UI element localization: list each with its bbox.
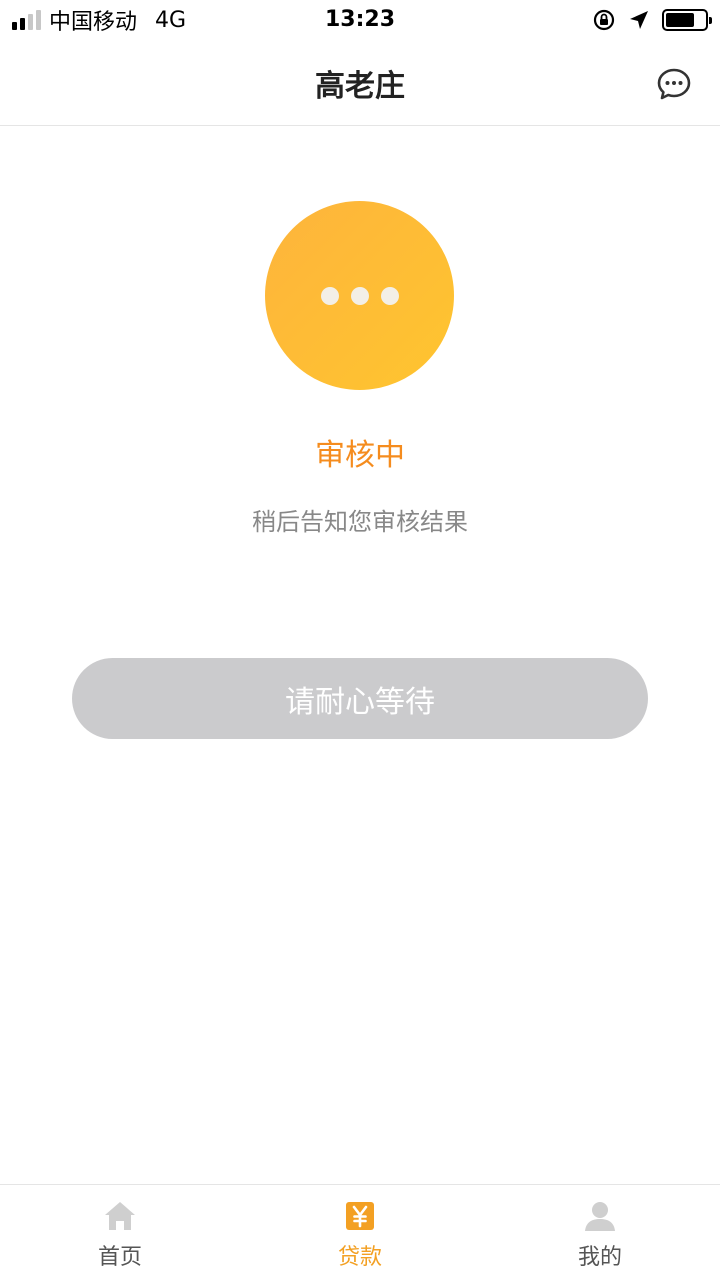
- user-icon: [585, 1202, 615, 1231]
- page-title: 高老庄: [315, 68, 405, 104]
- chat-bubble-icon[interactable]: [656, 66, 692, 102]
- home-icon: [105, 1202, 135, 1230]
- tab-loan[interactable]: 贷款: [240, 1185, 480, 1280]
- carrier-label: 中国移动: [49, 10, 138, 35]
- status-bar: 中国移动 4G 13:23: [0, 0, 720, 40]
- yuan-icon: [346, 1202, 374, 1230]
- tab-profile[interactable]: 我的: [480, 1185, 720, 1280]
- dot: [350, 286, 369, 305]
- screen: 中国移动 4G 13:23 高老庄 审核中 稍后告知您审核结果 请耐心等待 首页…: [0, 0, 720, 1280]
- location-arrow-icon: [630, 11, 648, 29]
- dot: [320, 286, 339, 305]
- tab-label: 我的: [577, 1245, 622, 1270]
- signal-icon: [12, 10, 41, 30]
- review-status-description: 稍后告知您审核结果: [252, 508, 468, 536]
- tab-label: 首页: [97, 1245, 142, 1270]
- network-label: 4G: [155, 7, 187, 33]
- please-wait-button[interactable]: 请耐心等待: [72, 658, 648, 739]
- status-left: 中国移动 4G: [12, 4, 186, 36]
- tab-bar: 首页 贷款 我的: [0, 1184, 720, 1280]
- tab-label: 贷款: [337, 1245, 382, 1270]
- review-status-title: 审核中: [315, 438, 405, 473]
- nav-bar: 高老庄: [0, 40, 720, 126]
- rotation-lock-icon: [593, 9, 615, 31]
- dot: [380, 286, 399, 305]
- battery-icon: [662, 9, 712, 31]
- tab-home[interactable]: 首页: [0, 1185, 240, 1280]
- pending-status-icon: [265, 201, 454, 390]
- status-right: [592, 8, 712, 32]
